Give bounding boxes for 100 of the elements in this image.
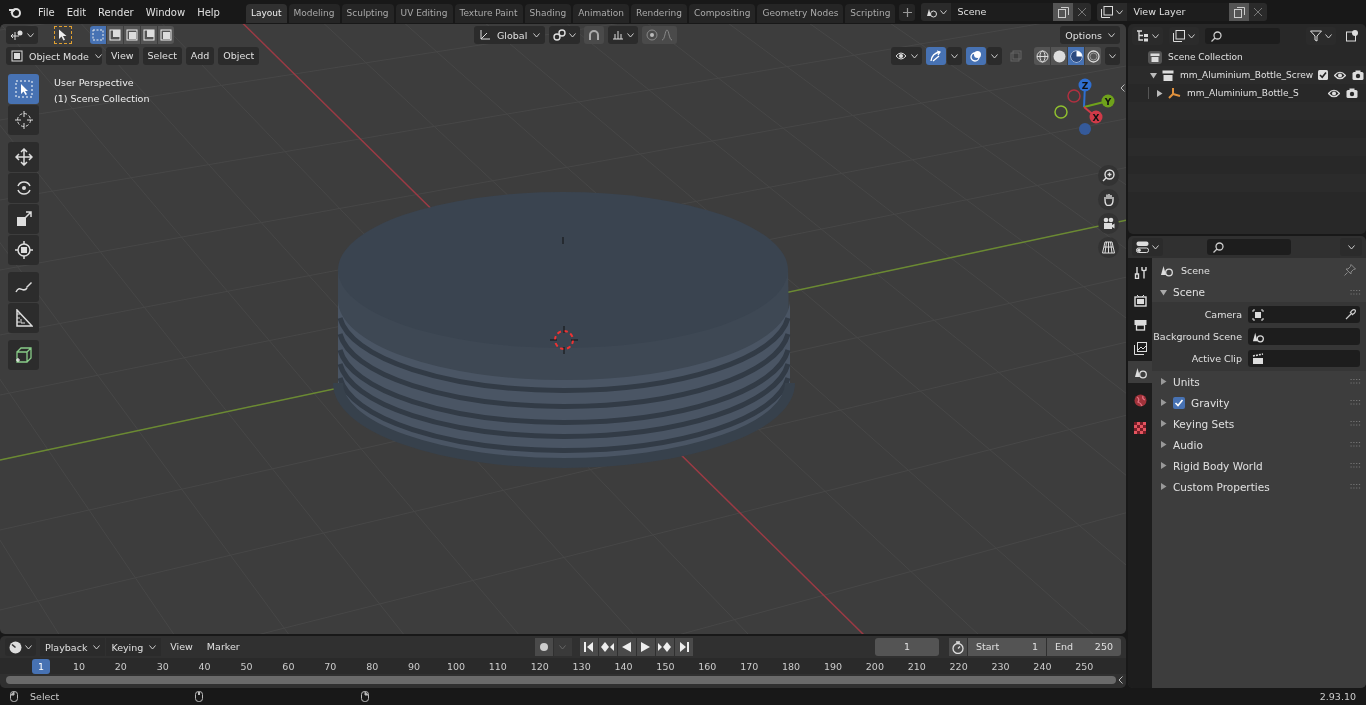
add-workspace-button[interactable] [899,3,916,21]
snap-target-dropdown[interactable] [608,26,639,44]
pin-icon[interactable] [1344,264,1356,276]
camera-icon[interactable] [1352,70,1365,80]
disclosure-triangle-icon[interactable] [1160,420,1167,427]
end-frame-field[interactable]: End 250 [1047,638,1121,656]
search-field[interactable] [1205,28,1280,44]
panel-header[interactable]: Units [1173,375,1344,388]
panel-header[interactable]: Scene [1152,282,1366,302]
jump-end-button[interactable] [674,638,693,656]
workspace-tab[interactable]: Scripting [845,4,896,23]
menu-button[interactable]: Object [218,47,260,65]
preview-range-toggle[interactable] [949,638,967,656]
proportional-edit-toggle[interactable] [642,26,678,44]
disclosure-triangle-icon[interactable] [1156,89,1163,97]
select-mode-button[interactable] [141,26,157,44]
select-mode-button[interactable] [107,26,123,44]
disclosure-triangle-icon[interactable] [1160,378,1167,385]
tool-button[interactable] [8,173,39,203]
sidebar-toggle[interactable] [1120,84,1125,92]
workspace-tab[interactable]: UV Editing [395,4,453,23]
menu-item[interactable]: Help [191,6,226,18]
mode-dropdown[interactable]: Object Mode [6,47,102,65]
duplicate-button[interactable] [1229,3,1250,21]
shading-dropdown[interactable] [1105,47,1120,65]
eye-icon[interactable] [1334,70,1347,80]
disclosure-triangle-icon[interactable] [1160,441,1167,448]
panel-header[interactable]: Keying Sets [1173,417,1344,430]
menu-dropdown[interactable]: Playback [40,638,106,656]
checkbox[interactable] [1318,70,1329,80]
current-frame-field[interactable]: 1 [875,638,939,656]
menu-dropdown[interactable]: Keying [106,638,162,656]
pivot-point-dropdown[interactable] [549,26,581,44]
menu-button[interactable]: Marker [201,638,245,656]
view-layer-type-dropdown[interactable] [1097,3,1128,21]
previous-keyframe-button[interactable] [598,638,617,656]
panel-header[interactable]: Custom Properties [1173,480,1344,493]
select-mode-button[interactable] [158,26,174,44]
scene-type-dropdown[interactable] [921,3,952,21]
disclosure-triangle-icon[interactable] [1160,483,1167,490]
duplicate-button[interactable] [1053,3,1074,21]
eye-icon[interactable] [1328,88,1340,98]
timeline-scrollbar[interactable] [6,676,1116,684]
menu-item[interactable]: Edit [60,6,93,18]
tool-button[interactable] [8,142,39,172]
play-reverse-button[interactable] [617,638,636,656]
menu-button[interactable]: View [165,638,198,656]
workspace-tab[interactable]: Animation [573,4,630,23]
workspace-tab[interactable]: Shading [524,4,572,23]
data-block-field[interactable] [1248,328,1360,345]
disclosure-triangle-icon[interactable] [1160,462,1167,469]
shading-mode-button[interactable] [1068,47,1084,65]
disclosure-triangle-icon[interactable] [1160,399,1167,406]
menu-button[interactable]: Add [185,47,215,65]
workspace-tab[interactable]: Rendering [631,4,687,23]
tool-button[interactable] [8,272,39,302]
next-keyframe-button[interactable] [655,638,674,656]
menu-item[interactable]: Render [92,6,140,18]
options-dropdown[interactable] [1340,238,1362,256]
workspace-tab[interactable]: Sculpting [341,4,394,23]
playhead-frame-marker[interactable]: 1 [32,658,50,674]
logo-icon[interactable] [8,6,22,18]
chevron-left-icon[interactable] [1118,676,1123,684]
menu-item[interactable]: File [32,6,61,18]
snap-toggle[interactable] [584,26,605,44]
workspace-tab[interactable]: Texture Paint [454,4,523,23]
tool-button[interactable] [8,235,39,265]
workspace-tab[interactable]: Geometry Nodes [757,4,844,23]
tool-button[interactable] [8,303,39,333]
checkbox[interactable] [1173,396,1185,409]
tool-button[interactable] [8,204,39,234]
editor-type-dropdown[interactable] [5,638,36,656]
outliner-item[interactable]: mm_Aluminium_Bottle_S [1168,87,1299,99]
jump-start-button[interactable] [579,638,598,656]
start-frame-field[interactable]: Start 1 [968,638,1046,656]
gizmo-dropdown[interactable] [947,47,962,65]
workspace-tab[interactable]: Modeling [288,4,340,23]
panel-header[interactable]: Rigid Body World [1173,459,1344,472]
tool-button[interactable] [8,74,39,104]
data-block-field[interactable] [1248,350,1360,367]
panel-header[interactable]: Audio [1173,438,1344,451]
overlays-toggle[interactable] [966,47,986,65]
scene-field[interactable]: Scene [951,3,1054,21]
editor-type-dropdown[interactable] [6,26,38,44]
camera-icon[interactable] [1346,88,1358,98]
select-mode-button[interactable] [124,26,140,44]
view-layer-field[interactable]: View Layer [1127,3,1230,21]
workspace-tab[interactable]: Compositing [689,4,756,23]
pan-button[interactable] [1098,189,1119,210]
menu-item[interactable]: Window [139,6,192,18]
properties-tab[interactable] [1128,361,1152,383]
disclosure-triangle-icon[interactable] [1150,71,1157,79]
menu-button[interactable]: View [106,47,139,65]
search-field[interactable] [1207,239,1291,255]
editor-type-dropdown[interactable] [1132,238,1163,256]
tool-button[interactable] [8,340,39,370]
panel-header[interactable]: Gravity [1191,396,1344,409]
eyedropper-icon[interactable] [1345,309,1356,320]
camera-view-button[interactable] [1098,213,1119,234]
play-button[interactable] [636,638,655,656]
